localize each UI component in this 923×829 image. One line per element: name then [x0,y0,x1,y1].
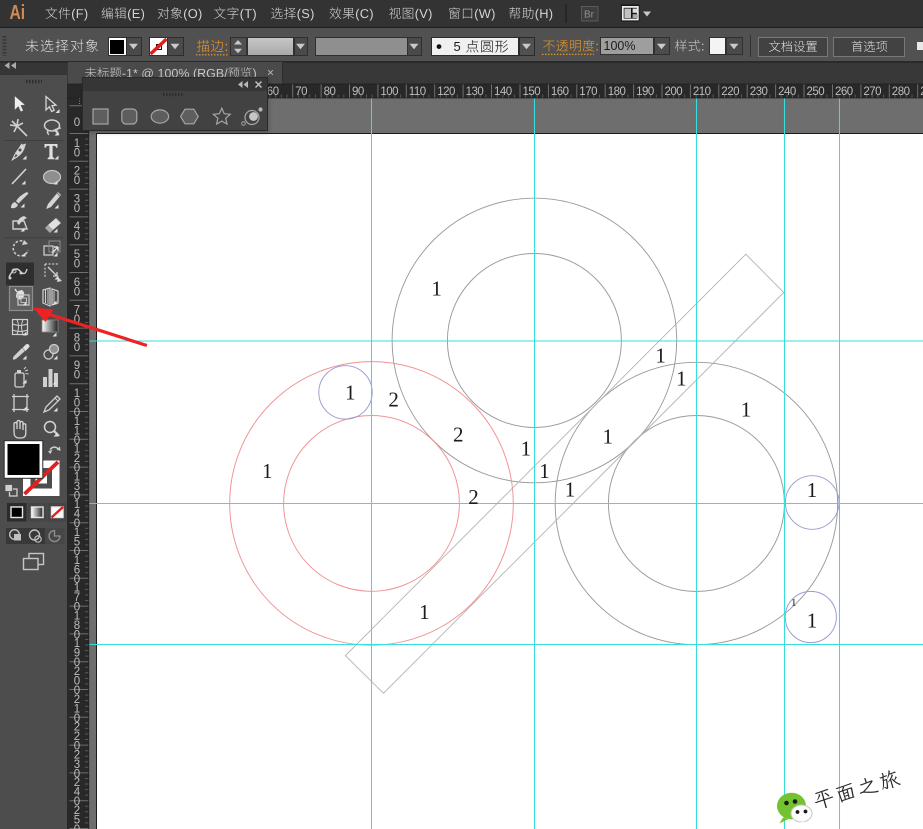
svg-text:Ai: Ai [10,1,26,23]
svg-text:280: 280 [892,86,910,98]
svg-text:5: 5 [454,39,461,54]
svg-text:80: 80 [324,86,336,98]
svg-text:100%: 100% [604,39,636,53]
svg-text:160: 160 [551,86,569,98]
svg-text:270: 270 [863,86,881,98]
svg-text:0: 0 [74,286,80,298]
svg-text:0: 0 [74,370,80,382]
svg-text:110: 110 [409,86,426,98]
svg-text:180: 180 [608,86,626,98]
svg-text:0: 0 [74,342,80,354]
svg-text:100: 100 [380,86,398,98]
svg-text:0: 0 [74,824,80,829]
svg-text:90: 90 [352,86,364,98]
svg-text:70: 70 [295,86,307,98]
svg-text:220: 220 [721,86,739,98]
svg-text:240: 240 [778,86,796,98]
svg-text:Br: Br [584,10,595,21]
svg-text:0: 0 [74,203,80,215]
svg-text:230: 230 [750,86,768,98]
svg-text:210: 210 [693,86,711,98]
svg-text:170: 170 [579,86,597,98]
svg-text:120: 120 [437,86,455,98]
svg-text:140: 140 [494,86,512,98]
svg-text:0: 0 [74,147,80,159]
svg-text:190: 190 [636,86,654,98]
svg-text:130: 130 [466,86,484,98]
svg-text:200: 200 [665,86,683,98]
svg-text:250: 250 [807,86,825,98]
svg-text:0: 0 [74,117,80,129]
svg-text:0: 0 [74,259,80,271]
svg-text:0: 0 [74,175,80,187]
svg-text:260: 260 [835,86,853,98]
svg-text:0: 0 [74,231,80,243]
svg-text:150: 150 [523,86,541,98]
